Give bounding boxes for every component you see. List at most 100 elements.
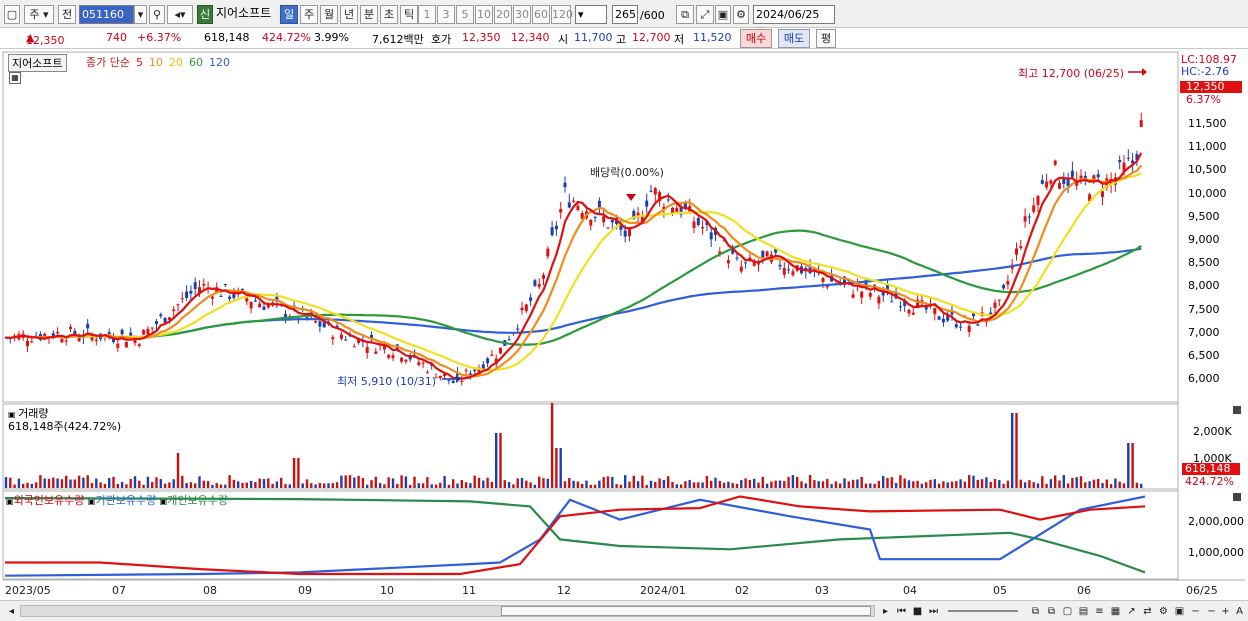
- settings-icon[interactable]: ⚙: [1156, 604, 1171, 619]
- candle-body: [666, 199, 670, 201]
- holdings-legend: ▣외국인보유수량 ▣기관보유수량 ▣개인보유수량: [6, 494, 228, 507]
- volume-bar: [783, 481, 786, 488]
- volume-bar: [310, 483, 313, 488]
- date-input[interactable]: 2024/06/25 ▦: [753, 5, 835, 38]
- tab-day[interactable]: 일: [280, 5, 298, 24]
- window-icon[interactable]: ▢: [1060, 604, 1075, 619]
- sell-button[interactable]: 매도: [778, 29, 810, 48]
- table-icon[interactable]: ▦: [1108, 604, 1123, 619]
- buy-button[interactable]: 매수: [740, 29, 772, 48]
- count-input[interactable]: 265: [612, 5, 638, 24]
- holdings-close-icon[interactable]: [1233, 493, 1241, 501]
- grid-icon[interactable]: ▦: [9, 72, 21, 84]
- tab-second[interactable]: 초: [380, 5, 398, 24]
- split-icon[interactable]: ▤: [1076, 604, 1091, 619]
- stock-code-input[interactable]: 051160: [79, 5, 134, 24]
- candle-body: [1015, 248, 1018, 255]
- save-icon[interactable]: ▣: [715, 5, 731, 24]
- compare-icon[interactable]: ⇄: [1140, 604, 1155, 619]
- volume-bar: [327, 483, 330, 488]
- candle-body: [30, 341, 34, 343]
- volume-current-tag: 618,148: [1182, 463, 1240, 475]
- tab-month[interactable]: 월: [320, 5, 338, 24]
- chart-canvas[interactable]: [0, 51, 1248, 600]
- toolbar: ▢ 주 ▾ 전 051160 ▾ ⚲ ◂▾ 신 지어소프트 일 주 월 년 분 …: [0, 0, 1248, 38]
- interval-3[interactable]: 3: [437, 5, 455, 24]
- volume-bar: [899, 475, 902, 488]
- price-tick: 6,500: [1188, 349, 1220, 362]
- scroll-bar[interactable]: ◂ ▸ ⏮ ■ ⏭ ⧉ ⧉ ▢ ▤ ≡ ▦ ↗ ⇄ ⚙ ▣ − − + A: [0, 600, 1248, 621]
- stop-icon[interactable]: ■: [910, 604, 925, 619]
- candle-body: [1049, 180, 1053, 184]
- chart-settings-icon[interactable]: ▢: [4, 5, 20, 24]
- zoom-out-icon[interactable]: −: [1188, 604, 1203, 619]
- candle-body: [185, 291, 189, 298]
- volume-bar: [495, 433, 498, 488]
- interval-10[interactable]: 10: [475, 5, 493, 24]
- tab-week[interactable]: 주: [300, 5, 318, 24]
- sound-icon[interactable]: ◂▾: [167, 5, 193, 24]
- interval-1[interactable]: 1: [418, 5, 436, 24]
- volume-bar: [525, 480, 528, 488]
- copy-icon[interactable]: ⧉: [1044, 604, 1059, 619]
- low-price: 11,520: [693, 31, 732, 44]
- minus-icon[interactable]: −: [1204, 604, 1219, 619]
- candle-body: [1101, 191, 1104, 197]
- search-icon[interactable]: ⚲: [149, 5, 165, 24]
- font-size-icon[interactable]: A: [1232, 604, 1247, 619]
- candle-body: [589, 219, 593, 226]
- volume-bar: [1049, 479, 1053, 488]
- volume-bar: [176, 453, 180, 488]
- interval-120[interactable]: 120: [551, 5, 573, 24]
- interval-5[interactable]: 5: [456, 5, 474, 24]
- volume-close-icon[interactable]: [1233, 406, 1241, 414]
- interval-custom-input[interactable]: ▾: [575, 5, 607, 24]
- candle-body: [64, 340, 68, 342]
- tab-tick[interactable]: 틱: [400, 5, 418, 24]
- date-tick: 2023/05: [5, 584, 51, 597]
- tab-year[interactable]: 년: [340, 5, 358, 24]
- candle-body: [907, 309, 911, 314]
- rewind-icon[interactable]: ⏮: [894, 604, 909, 619]
- grid-view-icon[interactable]: ▣: [1172, 604, 1187, 619]
- candle-body: [417, 362, 421, 366]
- chart-title-box[interactable]: 지어소프트: [8, 54, 67, 72]
- high-annotation: 최고 12,700 (06/25): [1018, 67, 1125, 80]
- volume-bar: [90, 483, 94, 488]
- candle-body: [877, 296, 881, 304]
- volume-bar: [198, 476, 201, 488]
- scroll-left-icon[interactable]: ◂: [4, 604, 19, 619]
- zoom-slider[interactable]: [948, 610, 1018, 612]
- code-dropdown-icon[interactable]: ▾: [134, 5, 147, 24]
- interval-30[interactable]: 30: [513, 5, 531, 24]
- candle-body: [1118, 160, 1122, 163]
- avg-button[interactable]: 평: [816, 29, 836, 48]
- candle-body: [43, 333, 47, 336]
- candle-body: [193, 282, 197, 290]
- volume-bar: [482, 480, 485, 488]
- trend-icon[interactable]: ↗: [1124, 604, 1139, 619]
- interval-20[interactable]: 20: [494, 5, 512, 24]
- zoom-in-icon[interactable]: +: [1218, 604, 1233, 619]
- candle-type-icon[interactable]: ⧉: [676, 5, 694, 24]
- volume-bar: [765, 483, 769, 488]
- prev-button[interactable]: 전: [58, 5, 76, 24]
- candle-body: [744, 262, 748, 264]
- gear-icon[interactable]: ⚙: [733, 5, 749, 24]
- scroll-track[interactable]: [20, 605, 875, 617]
- candle-body: [374, 351, 378, 354]
- volume-bar: [753, 478, 756, 488]
- forward-icon[interactable]: ⏭: [926, 604, 941, 619]
- volume-bar: [387, 477, 390, 488]
- volume-bar: [1097, 479, 1100, 488]
- layout-icon[interactable]: ⧉: [1028, 604, 1043, 619]
- list-icon[interactable]: ≡: [1092, 604, 1107, 619]
- tab-minute[interactable]: 분: [360, 5, 378, 24]
- scroll-right-icon[interactable]: ▸: [878, 604, 893, 619]
- scroll-thumb[interactable]: [501, 606, 871, 616]
- draw-tool-icon[interactable]: ⤢: [696, 5, 714, 24]
- interval-60[interactable]: 60: [532, 5, 550, 24]
- volume-bar: [593, 484, 597, 488]
- volume-bar: [206, 481, 210, 488]
- period-select[interactable]: 주 ▾: [24, 5, 54, 24]
